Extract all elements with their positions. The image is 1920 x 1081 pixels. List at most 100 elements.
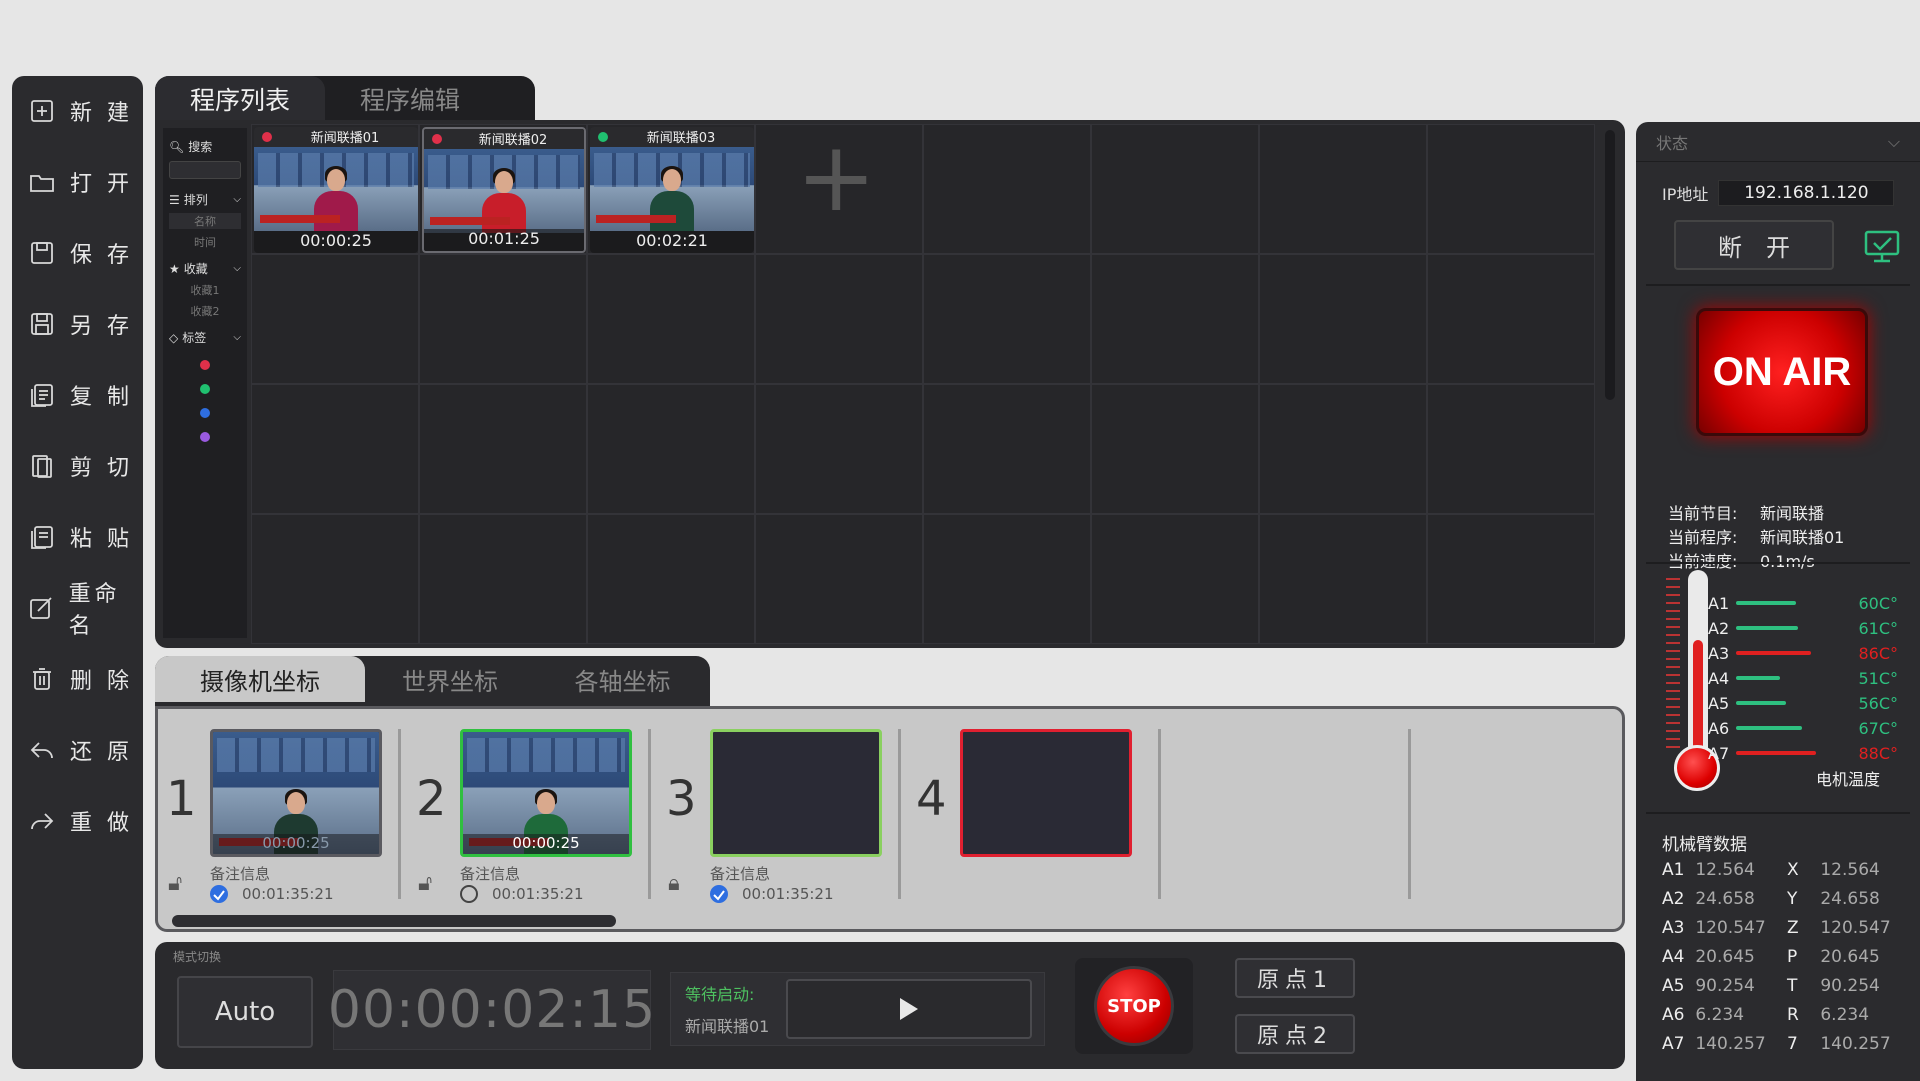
- program-grid-cell[interactable]: 新闻联播02 00:01:25: [419, 124, 587, 254]
- program-grid-cell[interactable]: [755, 384, 923, 514]
- program-grid-cell[interactable]: +: [755, 124, 923, 254]
- favorite-2[interactable]: 收藏2: [169, 303, 241, 319]
- keyframe-slot-1[interactable]: 1 00:00:25 🔓︎ 备注信息 00:01:35:21: [158, 723, 408, 903]
- chevron-down-icon: ⌵: [233, 263, 241, 274]
- program-grid-cell[interactable]: [1091, 384, 1259, 514]
- program-card[interactable]: 新闻联播03 00:02:21: [590, 127, 754, 253]
- sort-filter[interactable]: ☰ 排列 ⌵: [169, 191, 241, 208]
- slot-preview[interactable]: 00:00:25: [460, 729, 632, 857]
- slot-preview[interactable]: 00:00:25: [210, 729, 382, 857]
- tab-program-list[interactable]: 程序列表: [155, 76, 325, 122]
- program-grid-cell[interactable]: [923, 514, 1091, 644]
- program-grid-cell[interactable]: [923, 124, 1091, 254]
- arm-data-row: A7 140.257 7 140.257: [1662, 1034, 1891, 1054]
- program-grid-cell[interactable]: [1427, 384, 1595, 514]
- tab-axis-coords[interactable]: 各轴坐标: [535, 656, 710, 702]
- toolbar-button-cut[interactable]: 剪 切: [12, 443, 143, 489]
- tags-filter[interactable]: ◇ 标签 ⌵: [169, 329, 241, 346]
- delete-icon: [28, 665, 56, 693]
- arm-data-row: A4 20.645 P 20.645: [1662, 947, 1880, 967]
- program-grid-cell[interactable]: [1427, 124, 1595, 254]
- toolbar-button-delete[interactable]: 删 除: [12, 656, 143, 702]
- tab-camera-coords[interactable]: 摄像机坐标: [155, 656, 365, 702]
- disconnect-button[interactable]: 断开: [1674, 220, 1834, 270]
- toolbar-button-paste[interactable]: 粘 贴: [12, 514, 143, 560]
- unlock-icon[interactable]: 🔓︎: [418, 871, 432, 896]
- play-icon: [900, 998, 918, 1020]
- program-grid-cell[interactable]: [419, 254, 587, 384]
- keyframe-slot-2[interactable]: 2 00:00:25 🔓︎ 备注信息 00:01:35:21: [408, 723, 658, 903]
- program-card[interactable]: 新闻联播02 00:01:25: [422, 127, 586, 253]
- arm-data-row: A3 120.547 Z 120.547: [1662, 918, 1891, 938]
- program-grid-cell[interactable]: [923, 254, 1091, 384]
- program-grid-cell[interactable]: [587, 254, 755, 384]
- program-grid-cell[interactable]: [1091, 514, 1259, 644]
- tag-color-4[interactable]: [200, 432, 210, 442]
- program-grid-cell[interactable]: [251, 514, 419, 644]
- program-grid-cell[interactable]: [1259, 514, 1427, 644]
- toolbar-button-redo[interactable]: 重 做: [12, 798, 143, 844]
- program-grid-cell[interactable]: [1427, 254, 1595, 384]
- auto-mode-button[interactable]: Auto: [177, 976, 313, 1048]
- tag-color-1[interactable]: [200, 360, 210, 370]
- check-circle-icon[interactable]: [710, 885, 728, 903]
- search-filter[interactable]: 🔍︎ 搜索: [169, 138, 241, 155]
- add-program-button[interactable]: +: [796, 129, 876, 225]
- toolbar-button-copy[interactable]: 复 制: [12, 372, 143, 418]
- program-grid-cell[interactable]: [755, 514, 923, 644]
- program-grid-cell[interactable]: [1259, 254, 1427, 384]
- program-card[interactable]: 新闻联播01 00:00:25: [254, 127, 418, 253]
- tag-dot: [432, 134, 442, 144]
- program-grid-cell[interactable]: 新闻联播03 00:02:21: [587, 124, 755, 254]
- vertical-scrollbar[interactable]: [1605, 130, 1615, 400]
- program-grid-cell[interactable]: [419, 384, 587, 514]
- origin-2-button[interactable]: 原点2: [1235, 1014, 1355, 1054]
- tab-program-edit[interactable]: 程序编辑: [325, 76, 495, 122]
- slot-preview[interactable]: [710, 729, 882, 857]
- sort-option-time[interactable]: 时间: [169, 234, 241, 250]
- toolbar-button-new[interactable]: 新 建: [12, 88, 143, 134]
- program-grid-cell[interactable]: [1091, 254, 1259, 384]
- program-grid-cell[interactable]: [251, 384, 419, 514]
- favorites-filter[interactable]: ★ 收藏 ⌵: [169, 260, 241, 277]
- program-grid-cell[interactable]: [1427, 514, 1595, 644]
- check-circle-icon[interactable]: [210, 885, 228, 903]
- stop-button[interactable]: STOP: [1094, 966, 1174, 1046]
- program-grid-cell[interactable]: [587, 384, 755, 514]
- toolbar-button-save[interactable]: 保 存: [12, 230, 143, 276]
- search-input[interactable]: [169, 161, 241, 179]
- slot-preview[interactable]: [960, 729, 1132, 857]
- program-grid-cell[interactable]: [1259, 124, 1427, 254]
- program-grid-cell[interactable]: [419, 514, 587, 644]
- program-grid-cell[interactable]: [1259, 384, 1427, 514]
- tab-world-coords[interactable]: 世界坐标: [365, 656, 535, 702]
- play-button[interactable]: [786, 979, 1032, 1039]
- program-grid-cell[interactable]: 新闻联播01 00:00:25: [251, 124, 419, 254]
- empty-circle-icon[interactable]: [460, 885, 478, 903]
- keyframe-slot-4[interactable]: 4: [908, 723, 1158, 903]
- slot-number: 3: [666, 771, 697, 827]
- program-duration: 00:01:25: [424, 229, 584, 251]
- sort-option-name[interactable]: 名称: [169, 213, 241, 229]
- toolbar-button-save-as[interactable]: 另 存: [12, 301, 143, 347]
- tag-color-3[interactable]: [200, 408, 210, 418]
- toolbar-button-open-folder[interactable]: 打 开: [12, 159, 143, 205]
- toolbar-button-rename[interactable]: 重命名: [12, 582, 143, 639]
- toolbar-button-undo[interactable]: 还 原: [12, 727, 143, 773]
- favorite-1[interactable]: 收藏1: [169, 282, 241, 298]
- arm-data-row: A1 12.564 X 12.564: [1662, 860, 1880, 880]
- ip-address-field[interactable]: 192.168.1.120: [1718, 180, 1895, 206]
- origin-1-button[interactable]: 原点1: [1235, 958, 1355, 998]
- status-header[interactable]: 状态 ⌵: [1636, 122, 1920, 162]
- keyframe-slot-3[interactable]: 3 🔒︎ 备注信息 00:01:35:21: [658, 723, 908, 903]
- program-grid-cell[interactable]: [251, 254, 419, 384]
- horizontal-scrollbar[interactable]: [172, 915, 616, 927]
- program-grid-cell[interactable]: [1091, 124, 1259, 254]
- toolbar-button-label: 粘 贴: [70, 527, 133, 552]
- program-grid-cell[interactable]: [587, 514, 755, 644]
- lock-icon[interactable]: 🔒︎: [668, 871, 680, 896]
- program-grid-cell[interactable]: [923, 384, 1091, 514]
- tag-color-2[interactable]: [200, 384, 210, 394]
- program-grid-cell[interactable]: [755, 254, 923, 384]
- unlock-icon[interactable]: 🔓︎: [168, 871, 182, 896]
